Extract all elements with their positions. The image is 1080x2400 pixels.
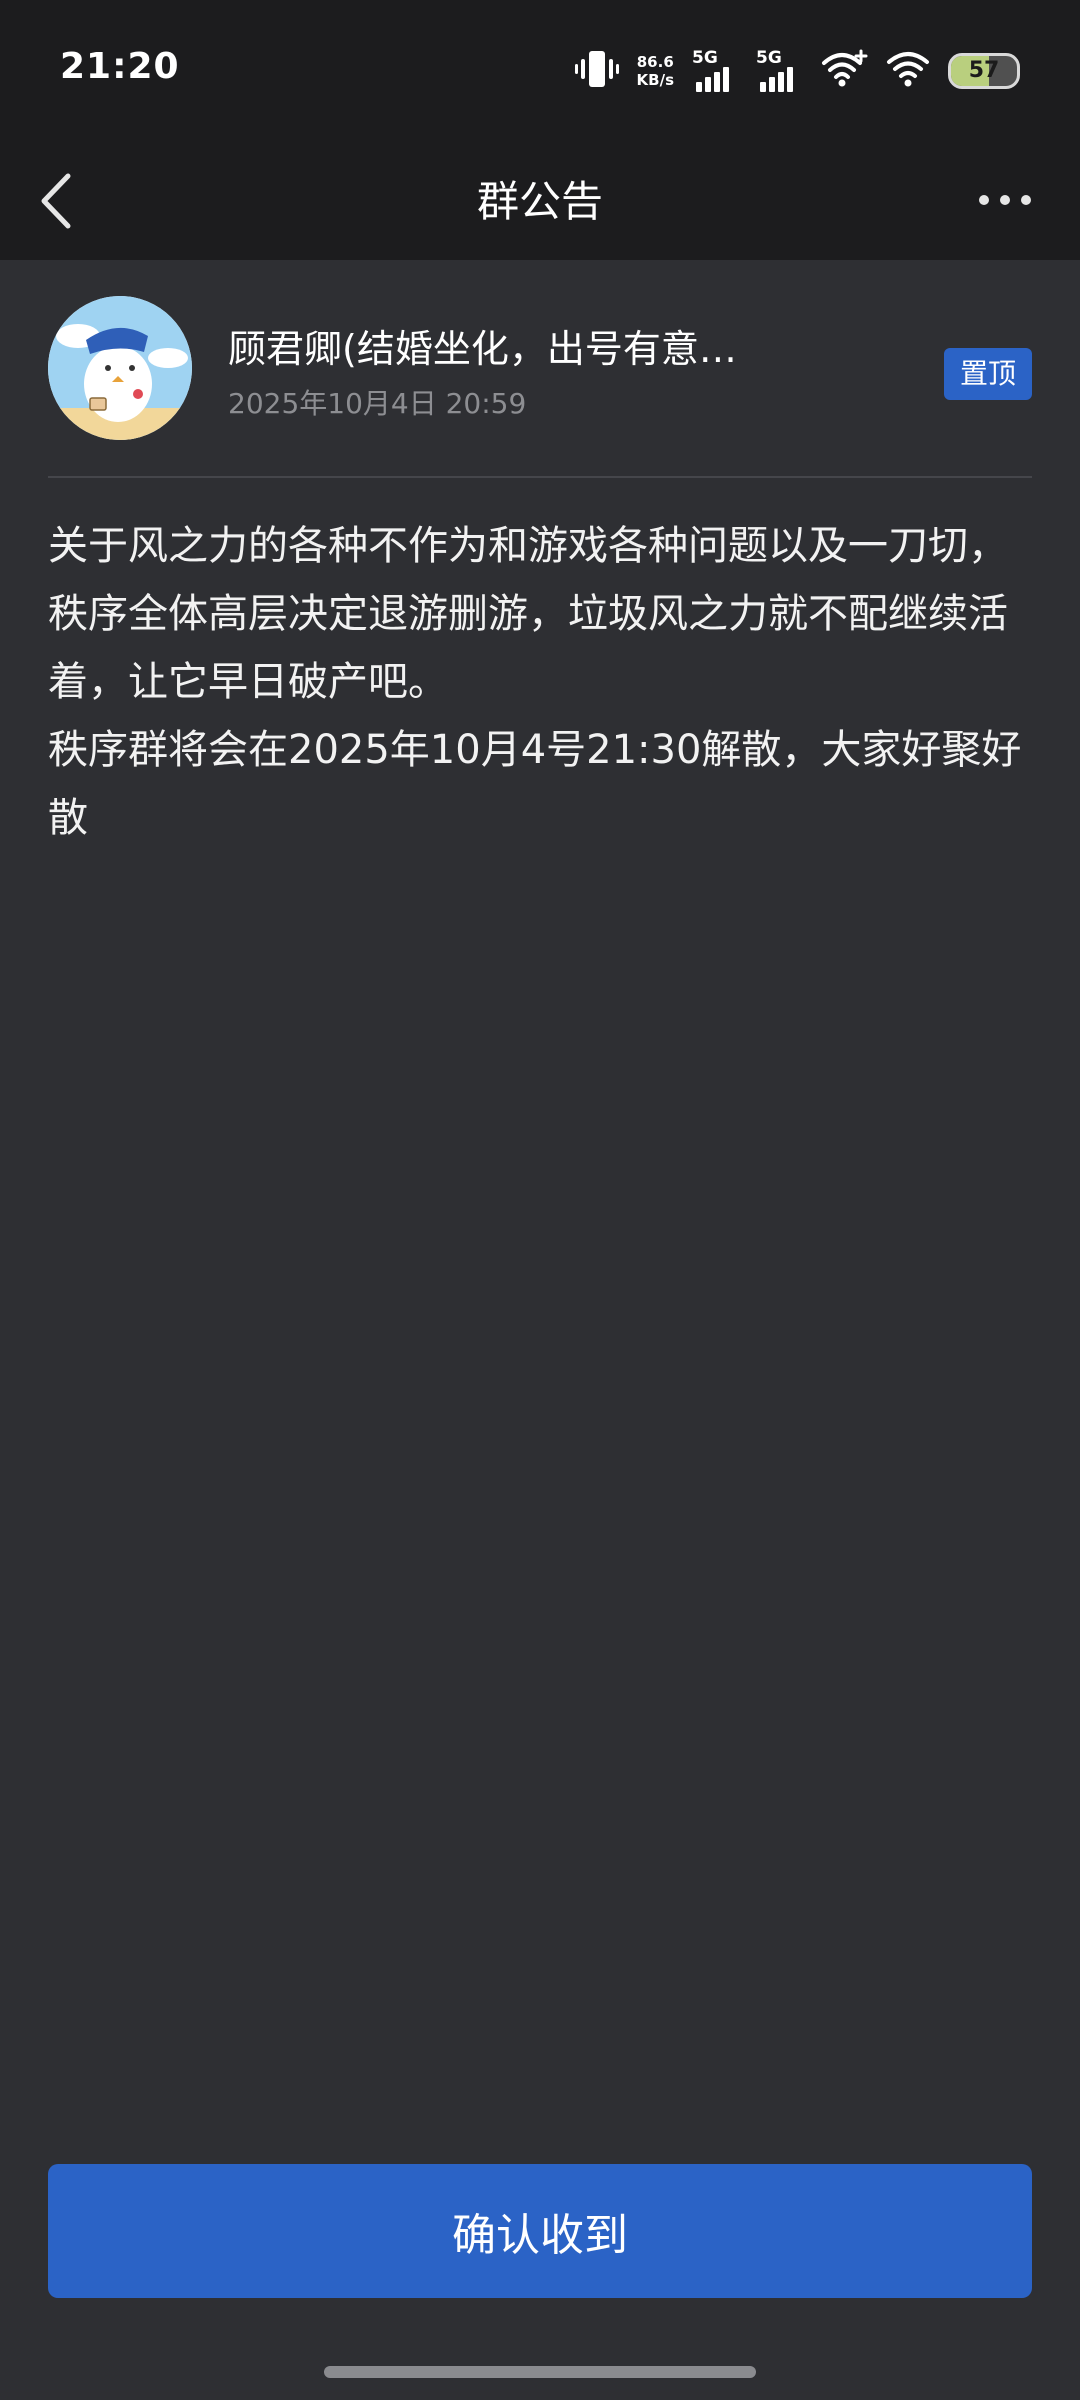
sim2-label: 5G — [756, 48, 782, 68]
avatar-image — [48, 296, 192, 440]
net-speed: 86.6 KB/s — [637, 53, 674, 89]
post-time: 2025年10月4日 20:59 — [228, 387, 527, 420]
notice-author-row: 顾君卿(结婚坐化，出号有意… 2025年10月4日 20:59 置顶 — [48, 296, 1032, 478]
more-dots-icon — [979, 195, 1031, 205]
avatar[interactable] — [48, 296, 192, 440]
battery-icon: 57 — [948, 53, 1020, 89]
header-bar: 群公告 — [0, 140, 1080, 260]
signal-icon-2: 5G — [756, 48, 802, 94]
confirm-button-label: 确认收到 — [452, 2210, 628, 2261]
wifi-icon — [886, 49, 930, 93]
author-name: 顾君卿(结婚坐化，出号有意… — [228, 327, 737, 371]
battery-level: 57 — [968, 58, 1000, 83]
status-icons: 86.6 KB/s 5G 5G 57 — [574, 46, 1020, 96]
notice-body: 关于风之力的各种不作为和游戏各种问题以及一刀切，秩序全体高层决定退游删游，垃圾风… — [48, 523, 1022, 841]
sim1-label: 5G — [692, 48, 718, 68]
more-button[interactable] — [970, 170, 1040, 230]
vibrate-icon — [574, 49, 619, 93]
page-title: 群公告 — [476, 177, 603, 226]
pin-badge: 置顶 — [943, 348, 1032, 400]
status-bar: 21:20 86.6 KB/s 5G 5G 57 — [0, 0, 1080, 140]
net-speed-value: 86.6 — [636, 53, 674, 71]
confirm-received-button[interactable]: 确认收到 — [48, 2164, 1032, 2298]
net-speed-unit: KB/s — [636, 71, 674, 89]
status-time: 21:20 — [60, 46, 180, 87]
wifi-plus-icon — [820, 49, 868, 93]
home-indicator[interactable] — [324, 2366, 756, 2378]
signal-icon: 5G — [692, 48, 738, 94]
